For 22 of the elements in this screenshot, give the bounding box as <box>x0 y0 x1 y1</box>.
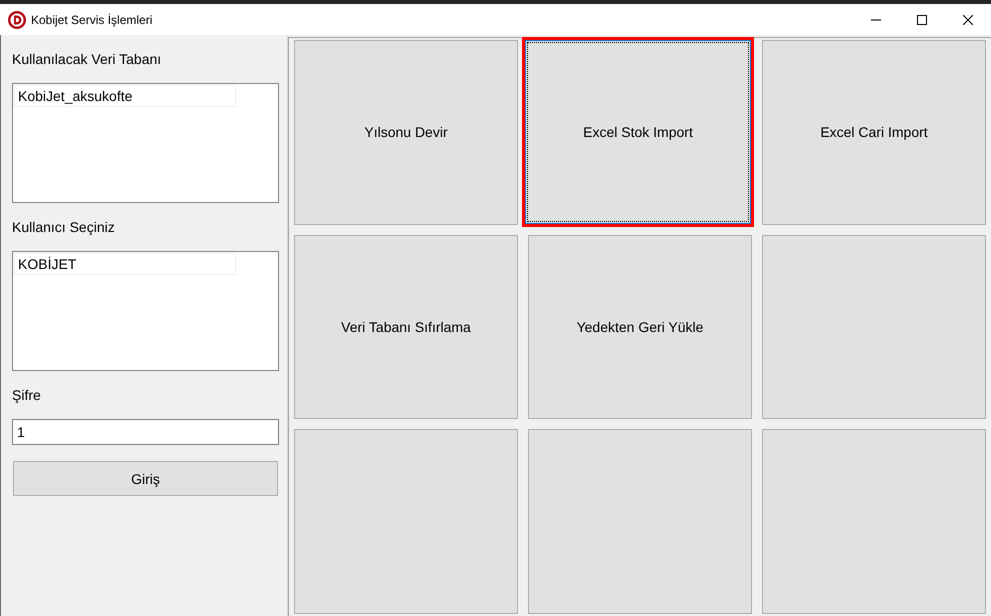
close-icon <box>963 14 973 24</box>
user-list[interactable]: KOBİJET <box>12 251 279 371</box>
user-label: Kullanıcı Seçiniz <box>12 219 115 235</box>
list-item[interactable]: KOBİJET <box>14 253 236 275</box>
blank-button[interactable] <box>528 429 752 614</box>
login-button[interactable]: Giriş <box>13 461 278 496</box>
database-label: Kullanılacak Veri Tabanı <box>12 51 162 67</box>
maximize-icon <box>917 14 927 24</box>
action-button[interactable]: Excel Stok Import <box>522 37 754 227</box>
action-button[interactable]: Yedekten Geri Yükle <box>528 234 752 420</box>
logo-icon <box>8 10 26 28</box>
action-button[interactable]: Veri Tabanı Sıfırlama <box>294 234 518 420</box>
action-button[interactable]: Excel Cari Import <box>762 40 986 225</box>
password-field[interactable]: 1 <box>12 419 279 445</box>
blank-button[interactable] <box>294 429 518 614</box>
window-title: Kobijet Servis İşlemleri <box>31 12 152 26</box>
database-list[interactable]: KobiJet_aksukofte <box>12 83 279 203</box>
blank-button[interactable] <box>762 429 986 614</box>
blank-button[interactable] <box>762 234 986 420</box>
password-label: Şifre <box>12 387 41 403</box>
list-item[interactable]: KobiJet_aksukofte <box>14 85 236 107</box>
action-button[interactable]: Yılsonu Devir <box>294 40 518 225</box>
